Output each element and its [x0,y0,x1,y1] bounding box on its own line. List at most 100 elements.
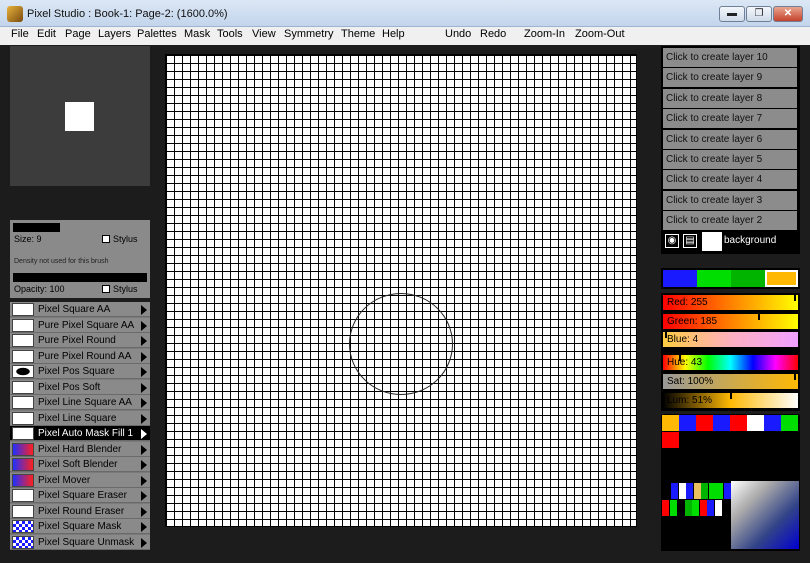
expand-arrow-icon[interactable] [141,491,147,501]
blue-slider-knob[interactable] [665,332,667,338]
brush-item[interactable]: Pixel Hard Blender [10,441,150,457]
expand-arrow-icon[interactable] [141,305,147,315]
expand-arrow-icon[interactable] [141,336,147,346]
menu-tools[interactable]: Tools [217,28,243,40]
menu-layers[interactable]: Layers [98,28,131,40]
menu-theme[interactable]: Theme [341,28,375,40]
green-slider-knob[interactable] [758,314,760,320]
recent-color-swatch[interactable] [693,483,701,499]
palette-swatch[interactable] [679,415,696,431]
size-slider[interactable] [13,223,60,232]
save-icon[interactable]: ▤ [683,234,697,248]
brush-item[interactable]: Pixel Soft Blender [10,457,150,472]
create-layer-button[interactable]: Click to create layer 4 [663,170,797,190]
brush-item[interactable]: Pixel Line Square AA [10,395,150,410]
brush-item[interactable]: Pixel Square Mask [10,519,150,534]
recent-color-swatch[interactable] [684,500,692,516]
recent-color-swatch[interactable] [699,500,707,516]
menu-symmetry[interactable]: Symmetry [284,28,334,40]
red-slider[interactable]: Red: 255 [663,295,798,310]
expand-arrow-icon[interactable] [141,320,147,331]
expand-arrow-icon[interactable] [141,460,147,470]
expand-arrow-icon[interactable] [141,522,147,532]
menu-page[interactable]: Page [65,28,91,40]
palette-swatch[interactable] [764,415,781,431]
lum-slider[interactable]: Lum: 51% [663,393,798,408]
brush-item[interactable]: Pixel Mover [10,472,150,488]
recent-color-swatch[interactable] [678,483,686,499]
eye-icon[interactable]: ◉ [665,234,679,248]
create-layer-button[interactable]: Click to create layer 5 [663,150,797,169]
expand-arrow-icon[interactable] [141,429,147,439]
red-slider-knob[interactable] [794,295,796,301]
hue-slider-knob[interactable] [679,355,681,361]
brush-item[interactable]: Pure Pixel Square AA [10,317,150,333]
brush-item[interactable]: Pixel Auto Mask Fill 1 [10,426,150,441]
expand-arrow-icon[interactable] [141,506,147,517]
create-layer-button[interactable]: Click to create layer 6 [663,129,797,149]
menu-mask[interactable]: Mask [184,28,210,40]
color-picker-gradient[interactable] [731,481,799,549]
brush-item[interactable]: Pixel Round Eraser [10,503,150,519]
create-layer-button[interactable]: Click to create layer 7 [663,109,797,129]
recent-color-swatch[interactable] [662,500,669,516]
page-preview[interactable] [10,46,150,186]
sat-slider-knob[interactable] [794,374,796,380]
recent-color-swatch[interactable] [714,500,722,516]
menu-file[interactable]: File [11,28,29,40]
recent-color-swatch[interactable] [708,483,716,499]
expand-arrow-icon[interactable] [141,398,147,408]
menu-help[interactable]: Help [382,28,405,40]
recent-color-swatch[interactable] [692,500,699,516]
expand-arrow-icon[interactable] [141,351,147,362]
background-layer[interactable]: ◉ ▤ background [663,232,797,251]
sat-slider[interactable]: Sat: 100% [663,374,798,389]
color-history-swatch[interactable] [765,270,798,287]
opacity-slider[interactable] [13,273,147,282]
color-history-swatch[interactable] [731,270,765,287]
recent-color-swatch[interactable] [677,500,684,516]
expand-arrow-icon[interactable] [141,382,147,393]
menu-edit[interactable]: Edit [37,28,56,40]
undo-button[interactable]: Undo [445,28,471,40]
palette-swatch[interactable] [730,415,747,431]
palette-swatch[interactable] [713,415,730,431]
redo-button[interactable]: Redo [480,28,506,40]
palette-swatch[interactable] [747,415,764,431]
palette-swatch[interactable] [662,415,679,431]
color-history-swatch[interactable] [697,270,731,287]
brush-item[interactable]: Pixel Line Square [10,410,150,426]
palette-swatch[interactable] [696,415,713,431]
expand-arrow-icon[interactable] [141,537,147,548]
recent-color-swatch[interactable] [707,500,714,516]
recent-color-swatch[interactable] [701,483,708,499]
zoom-out-button[interactable]: Zoom-Out [575,28,625,40]
expand-arrow-icon[interactable] [141,413,147,424]
lum-slider-knob[interactable] [730,393,732,399]
opacity-stylus-checkbox[interactable] [102,285,110,293]
expand-arrow-icon[interactable] [141,444,147,455]
recent-color-swatch[interactable] [671,483,678,499]
palette-swatch[interactable] [662,432,679,448]
recent-color-swatch[interactable] [686,483,693,499]
brush-item[interactable]: Pixel Square AA [10,302,150,317]
blue-slider[interactable]: Blue: 4 [663,332,798,347]
menu-view[interactable]: View [252,28,276,40]
palette-swatch[interactable] [781,415,798,431]
brush-item[interactable]: Pixel Pos Soft [10,379,150,395]
maximize-button[interactable]: ❐ [746,6,772,22]
recent-color-swatch[interactable] [716,483,723,499]
brush-item[interactable]: Pure Pixel Round [10,333,150,348]
expand-arrow-icon[interactable] [141,367,147,377]
create-layer-button[interactable]: Click to create layer 8 [663,88,797,108]
minimize-button[interactable]: ▬ [719,6,745,22]
drawing-canvas[interactable] [165,54,637,527]
recent-color-swatch[interactable] [723,483,731,499]
close-button[interactable]: ✕ [773,6,803,22]
hue-slider[interactable]: Hue: 43 [663,355,798,370]
menu-palettes[interactable]: Palettes [137,28,177,40]
expand-arrow-icon[interactable] [141,475,147,486]
create-layer-button[interactable]: Click to create layer 9 [663,68,797,88]
size-stylus-checkbox[interactable] [102,235,110,243]
create-layer-button[interactable]: Click to create layer 3 [663,190,797,210]
